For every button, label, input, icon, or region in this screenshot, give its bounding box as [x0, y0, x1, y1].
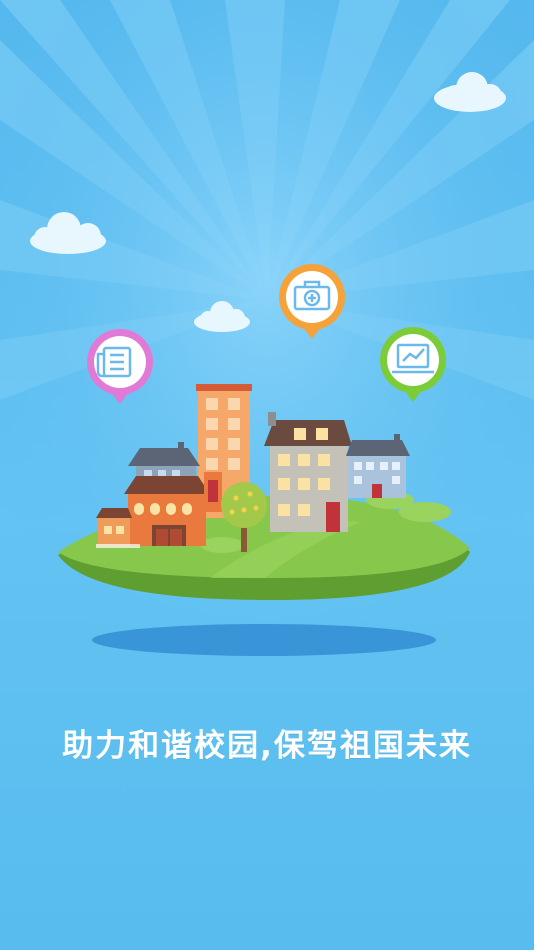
slogan-text: 助力和谐校园,保驾祖国未来	[62, 728, 472, 764]
splash-screen: 助力和谐校园,保驾祖国未来	[0, 0, 534, 950]
apartment-building	[264, 412, 352, 532]
island-shadow	[92, 624, 436, 656]
illustration	[0, 0, 534, 700]
office-building	[346, 434, 410, 498]
